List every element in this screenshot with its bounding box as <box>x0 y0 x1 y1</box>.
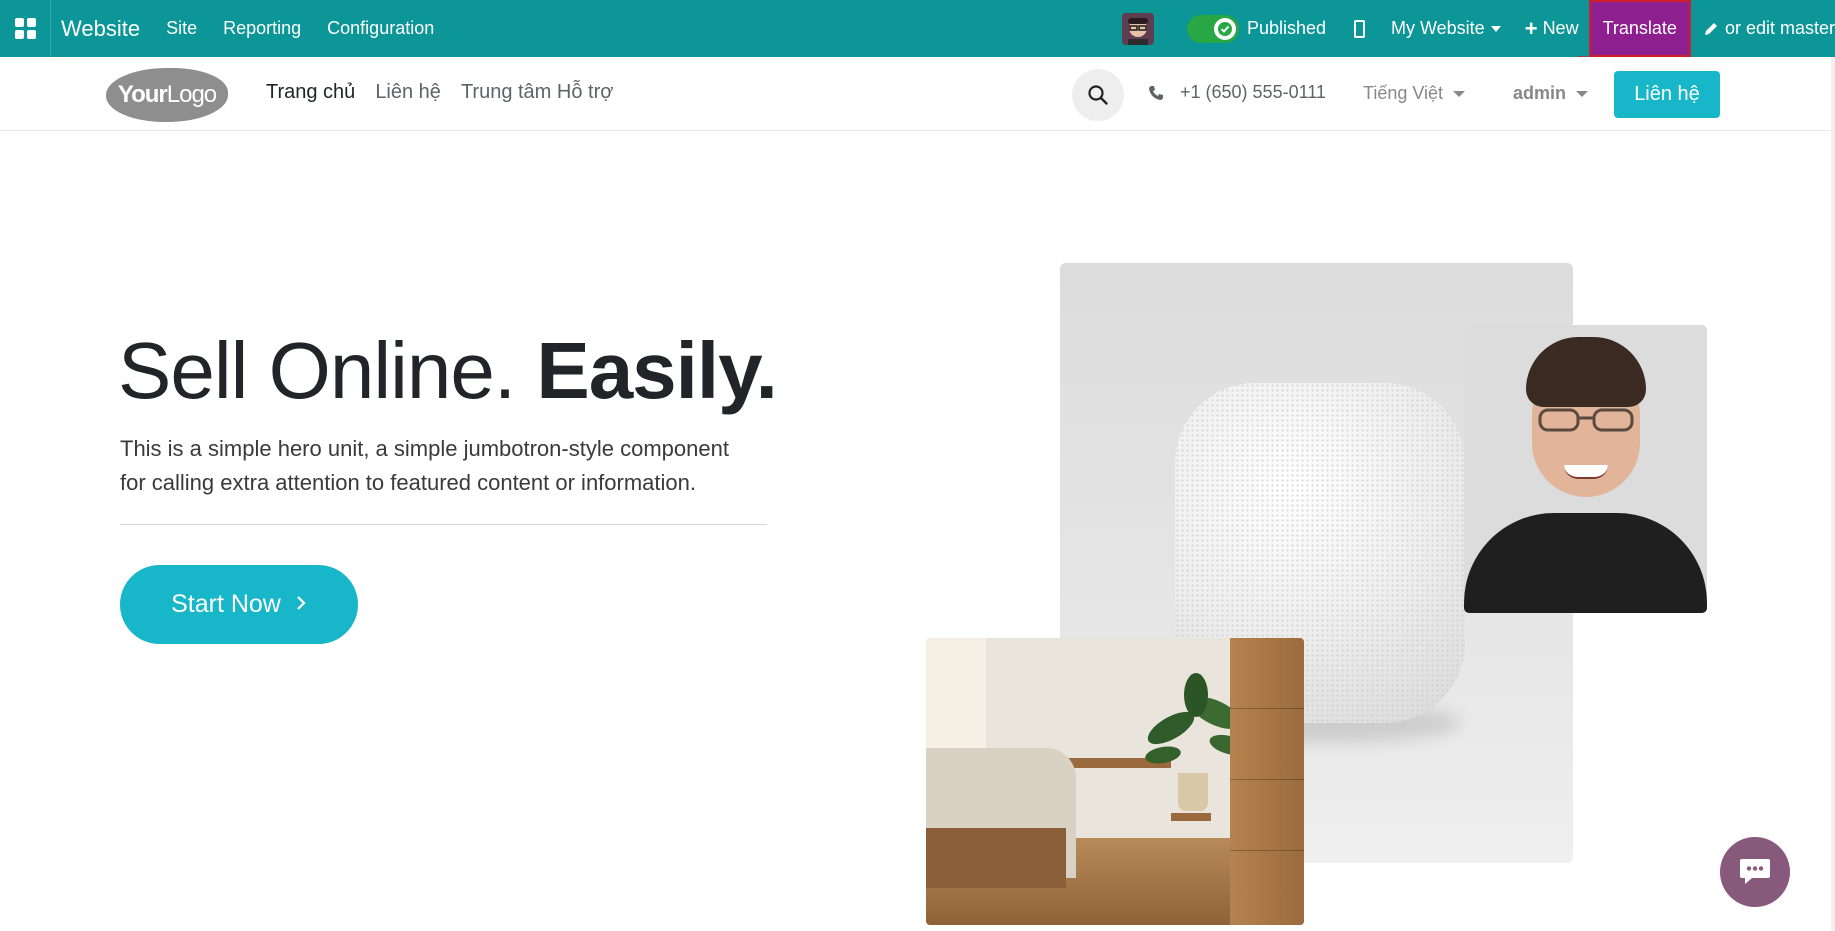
logo-text-bold: Your <box>117 81 168 108</box>
hero-description-line2: for calling extra attention to featured … <box>120 470 696 495</box>
nav-help-center[interactable]: Trung tâm Hỗ trợ <box>461 81 613 104</box>
translate-button-label: Translate <box>1602 18 1677 38</box>
check-toggle-icon <box>1213 17 1236 40</box>
menu-reporting[interactable]: Reporting <box>223 18 301 39</box>
page-scrollbar[interactable] <box>1831 57 1835 931</box>
website-header: Your Logo Trang chủ Liên hệ Trung tâm Hỗ … <box>0 57 1835 131</box>
navbar-divider <box>50 0 51 57</box>
chevron-right-icon <box>295 592 307 618</box>
contact-us-label: Liên hệ <box>1634 83 1700 105</box>
hero-description-line1: This is a simple hero unit, a simple jum… <box>120 436 729 461</box>
mobile-icon[interactable] <box>1354 19 1365 38</box>
pencil-icon <box>1704 22 1717 35</box>
caret-down-icon <box>1453 91 1466 98</box>
livechat-button[interactable] <box>1720 837 1790 907</box>
chat-icon <box>1740 859 1770 884</box>
phone-link[interactable]: +1 (650) 555-0111 <box>1148 82 1326 103</box>
plus-icon: + <box>1524 15 1538 41</box>
search-icon <box>1088 85 1108 105</box>
contact-us-button[interactable]: Liên hệ <box>1614 71 1720 118</box>
admin-navbar: Website Site Reporting Configuration Pub… <box>0 0 1835 57</box>
avatar-icon <box>1121 12 1154 45</box>
website-selector[interactable]: My Website <box>1391 18 1501 39</box>
menu-configuration[interactable]: Configuration <box>327 18 434 39</box>
menu-site[interactable]: Site <box>166 18 197 39</box>
navbar-right: Published My Website + New Translate or e… <box>1121 0 1835 57</box>
apps-grid-icon <box>14 18 36 39</box>
caret-down-icon <box>1490 26 1501 33</box>
nav-home[interactable]: Trang chủ <box>266 81 355 104</box>
app-brand[interactable]: Website <box>61 16 140 42</box>
apps-menu-button[interactable] <box>0 0 50 57</box>
bedroom-image <box>926 638 1304 925</box>
nav-contact[interactable]: Liên hệ <box>375 81 441 104</box>
logo-text-rest: Logo <box>166 81 217 108</box>
search-button[interactable] <box>1072 69 1124 121</box>
translate-button[interactable]: Translate <box>1588 0 1691 57</box>
phone-number: +1 (650) 555-0111 <box>1180 82 1326 102</box>
user-avatar[interactable] <box>1121 12 1154 45</box>
person-image <box>1464 325 1707 613</box>
new-button-label: New <box>1542 18 1579 38</box>
hero-title-bold: Easily. <box>536 326 778 415</box>
start-now-button[interactable]: Start Now <box>120 565 358 644</box>
edit-master-button[interactable]: or edit master <box>1703 18 1835 39</box>
language-selector[interactable]: Tiếng Việt <box>1363 83 1466 104</box>
hero-title-light: Sell Online. <box>118 326 537 415</box>
edit-master-label: or edit master <box>1724 18 1835 38</box>
start-now-label: Start Now <box>171 590 281 618</box>
user-name: admin <box>1513 83 1567 103</box>
hero-title: Sell Online. Easily. <box>118 325 778 417</box>
user-menu[interactable]: admin <box>1513 83 1589 104</box>
publish-toggle[interactable] <box>1186 14 1239 43</box>
website-selector-label: My Website <box>1391 18 1485 38</box>
caret-down-icon <box>1576 91 1589 98</box>
site-logo[interactable]: Your Logo <box>106 68 228 122</box>
language-label: Tiếng Việt <box>1363 83 1444 103</box>
hero-description: This is a simple hero unit, a simple jum… <box>120 432 780 500</box>
site-nav: Trang chủ Liên hệ Trung tâm Hỗ trợ <box>266 81 633 104</box>
hero-divider <box>120 524 767 525</box>
phone-icon <box>1149 85 1163 100</box>
new-button[interactable]: + New <box>1525 16 1579 42</box>
published-label[interactable]: Published <box>1247 18 1326 39</box>
